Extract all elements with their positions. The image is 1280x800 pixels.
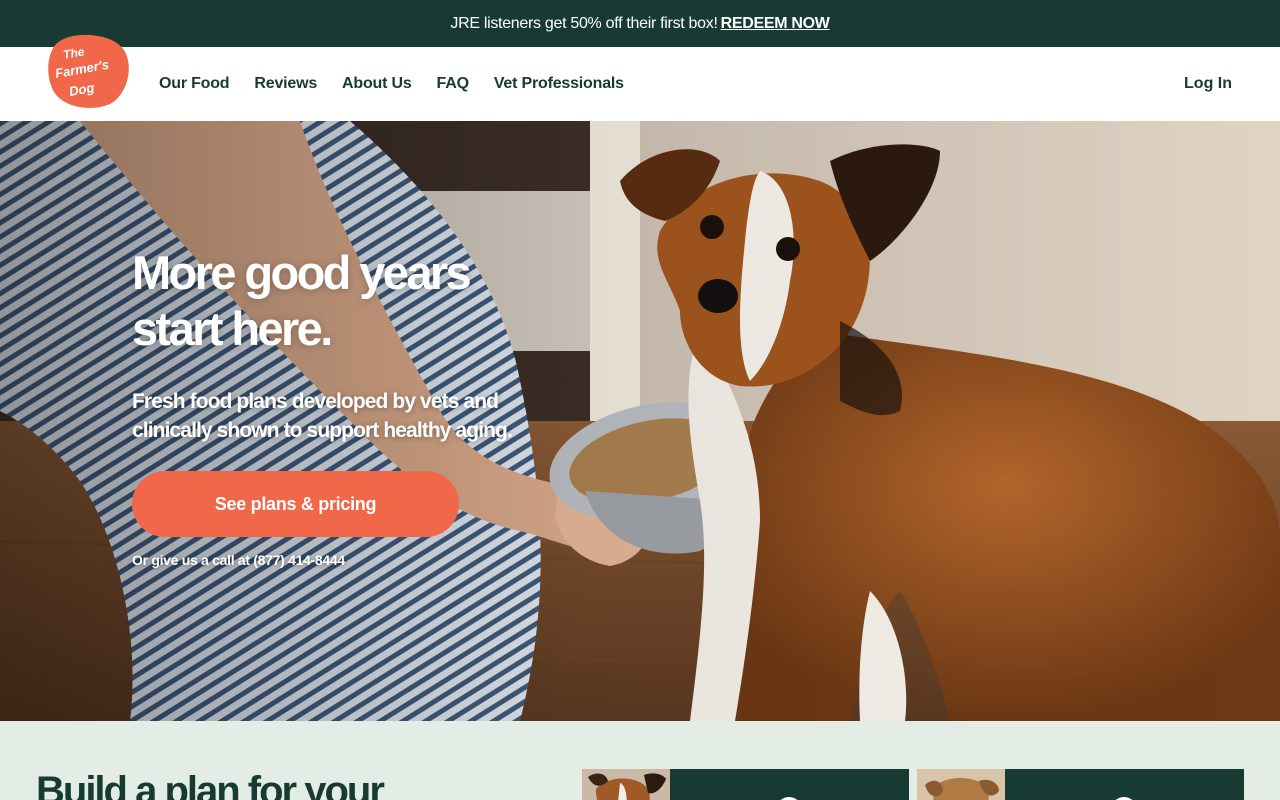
hero-subtitle-line-2: clinically shown to support healthy agin… <box>132 419 513 442</box>
nav-reviews[interactable]: Reviews <box>254 75 317 93</box>
dog-thumbnail-2 <box>917 769 1005 800</box>
site-header: Our Food Reviews About Us FAQ Vet Profes… <box>0 47 1280 121</box>
hero-copy: More good years start here. Fresh food p… <box>132 245 592 445</box>
hero-title-line-2: start here. <box>132 302 333 355</box>
redeem-now-link[interactable]: REDEEM NOW <box>721 15 830 33</box>
dog-thumbnail-1 <box>582 769 670 800</box>
call-phone-text[interactable]: Or give us a call at (877) 414-8444 <box>132 552 345 568</box>
log-in-link[interactable]: Log In <box>1184 47 1232 121</box>
plan-section: Build a plan for your <box>0 721 1280 800</box>
hero-subtitle-line-1: Fresh food plans developed by vets and <box>132 390 499 413</box>
video-card-1[interactable] <box>582 769 909 800</box>
hero-section: More good years start here. Fresh food p… <box>0 121 1280 721</box>
nav-vet-professionals[interactable]: Vet Professionals <box>494 75 624 93</box>
hero-subtitle: Fresh food plans developed by vets and c… <box>132 387 592 445</box>
farmers-dog-logo[interactable]: The Farmer's Dog <box>48 34 130 108</box>
promo-banner: JRE listeners get 50% off their first bo… <box>0 0 1280 47</box>
nav-about-us[interactable]: About Us <box>342 75 412 93</box>
hero-title: More good years start here. <box>132 245 592 357</box>
see-plans-pricing-button[interactable]: See plans & pricing <box>132 471 459 537</box>
nav-faq[interactable]: FAQ <box>437 75 469 93</box>
main-nav: Our Food Reviews About Us FAQ Vet Profes… <box>159 47 624 121</box>
nav-our-food[interactable]: Our Food <box>159 75 230 93</box>
plan-section-title: Build a plan for your <box>36 769 385 800</box>
promo-text: JRE listeners get 50% off their first bo… <box>450 14 718 32</box>
hero-title-line-1: More good years <box>132 246 472 299</box>
video-card-2[interactable] <box>917 769 1244 800</box>
